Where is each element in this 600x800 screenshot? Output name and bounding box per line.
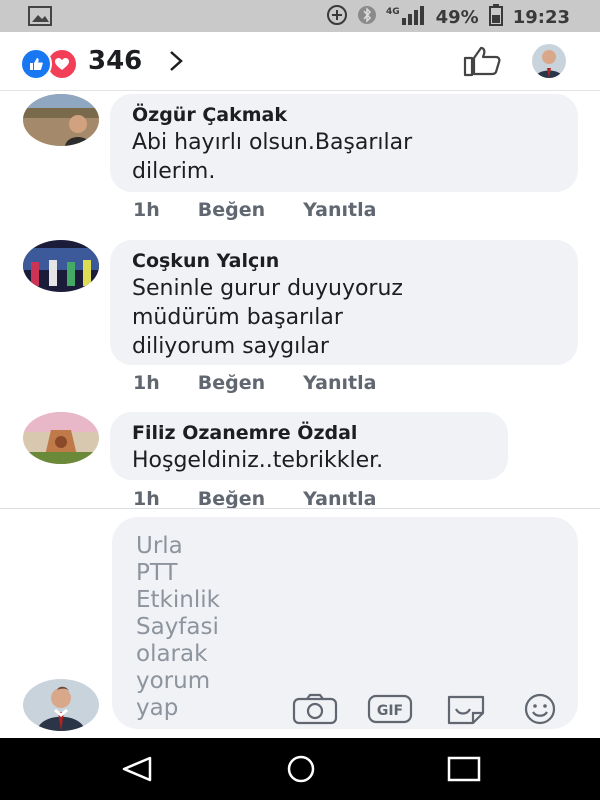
camera-icon[interactable]: [292, 693, 338, 729]
comment-time: 1h: [133, 372, 160, 394]
recents-icon[interactable]: [447, 755, 481, 787]
comment-composer: Urla PTT Etkinlik Sayfasi olarak yorum y…: [0, 508, 600, 739]
like-link[interactable]: Beğen: [198, 199, 265, 221]
reply-link[interactable]: Yanıtla: [303, 372, 376, 394]
status-bar: 4G 49% 19:23: [0, 0, 600, 32]
like-link[interactable]: Beğen: [198, 372, 265, 394]
signal-icon: 4G: [386, 4, 426, 31]
reaction-count[interactable]: 346: [88, 46, 142, 76]
gif-icon[interactable]: GIF: [367, 693, 413, 729]
placeholder-line: Sayfasi: [136, 614, 219, 640]
placeholder-line: Urla: [136, 533, 183, 559]
emoji-icon[interactable]: [517, 693, 563, 729]
comment-meta: 1h Beğen Yanıtla: [133, 199, 414, 221]
comment-time: 1h: [133, 488, 160, 508]
placeholder-line: yap: [136, 695, 179, 721]
chevron-right-icon[interactable]: [166, 49, 186, 77]
bluetooth-icon: [357, 4, 376, 31]
sticker-icon[interactable]: [443, 693, 489, 729]
comment-author[interactable]: Coşkun Yalçın: [132, 248, 556, 274]
comments-list[interactable]: Özgür Çakmak Abi hayırlı olsun.Başarılar…: [0, 90, 600, 508]
commenter-avatar[interactable]: [23, 94, 99, 146]
comment-input[interactable]: Urla PTT Etkinlik Sayfasi olarak yorum y…: [112, 517, 578, 729]
comment-meta: 1h Beğen Yanıtla: [133, 488, 414, 508]
placeholder-line: olarak: [136, 641, 208, 667]
placeholder-line: PTT: [136, 560, 178, 586]
comment-author[interactable]: Filiz Ozanemre Özdal: [132, 420, 486, 446]
navigation-bar: [0, 738, 600, 800]
like-reaction-icon: [20, 48, 52, 80]
battery-icon: [488, 4, 503, 31]
placeholder-line: yorum: [136, 668, 211, 694]
home-icon[interactable]: [283, 755, 319, 787]
comment-text-line: Hoşgeldiniz..tebrikkler.: [132, 448, 384, 473]
commenter-avatar[interactable]: [23, 240, 99, 292]
comment-text-line: Abi hayırlı olsun.Başarılar: [132, 130, 413, 155]
gif-label: GIF: [377, 703, 403, 719]
comment-bubble[interactable]: Filiz Ozanemre Özdal Hoşgeldiniz..tebrik…: [110, 412, 508, 480]
reactions-summary[interactable]: [20, 48, 78, 80]
comment-placeholder: Urla PTT Etkinlik Sayfasi olarak yorum y…: [136, 533, 266, 722]
comment-text-line: dilerim.: [132, 159, 216, 184]
comment-bubble[interactable]: Özgür Çakmak Abi hayırlı olsun.Başarılar…: [110, 94, 578, 192]
reply-link[interactable]: Yanıtla: [303, 488, 376, 508]
current-user-avatar: [23, 679, 99, 731]
status-icons: 4G 49% 19:23: [326, 4, 570, 31]
comment-time: 1h: [133, 199, 160, 221]
comment-text-line: Seninle gurur duyuyoruz: [132, 276, 403, 301]
gallery-notification-icon: [28, 6, 52, 30]
reactions-header: 346: [0, 32, 600, 91]
comment-text-line: diliyorum saygılar: [132, 334, 329, 359]
clock: 19:23: [512, 7, 570, 28]
comment-text-line: müdürüm başarılar: [132, 305, 343, 330]
placeholder-line: Etkinlik: [136, 587, 220, 613]
data-saver-icon: [326, 4, 348, 31]
back-icon[interactable]: [120, 755, 154, 787]
user-avatar[interactable]: [532, 44, 566, 78]
like-link[interactable]: Beğen: [198, 488, 265, 508]
comment-meta: 1h Beğen Yanıtla: [133, 372, 414, 394]
commenter-avatar[interactable]: [23, 412, 99, 464]
thumbs-up-icon[interactable]: [462, 45, 502, 81]
svg-text:4G: 4G: [386, 7, 400, 17]
battery-percent: 49%: [435, 7, 479, 28]
comment-author[interactable]: Özgür Çakmak: [132, 102, 556, 128]
comment-bubble[interactable]: Coşkun Yalçın Seninle gurur duyuyoruz mü…: [110, 240, 578, 365]
reply-link[interactable]: Yanıtla: [303, 199, 376, 221]
